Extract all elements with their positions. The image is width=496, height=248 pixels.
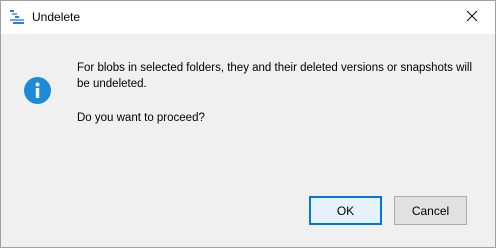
ok-button[interactable]: OK	[309, 196, 382, 225]
close-button[interactable]	[449, 1, 495, 34]
dialog-body: For blobs in selected folders, they and …	[1, 34, 495, 247]
close-icon	[466, 9, 478, 27]
message-text: For blobs in selected folders, they and …	[77, 62, 473, 90]
undelete-dialog: Undelete For blobs in selected folders, …	[0, 0, 496, 248]
undelete-app-icon	[10, 10, 24, 24]
confirmation-question: Do you want to proceed?	[77, 112, 205, 124]
title-bar[interactable]: Undelete	[1, 1, 495, 34]
window-title: Undelete	[32, 10, 81, 24]
info-icon	[24, 77, 51, 104]
cancel-button[interactable]: Cancel	[394, 196, 467, 225]
dialog-message: For blobs in selected folders, they and …	[77, 60, 477, 126]
